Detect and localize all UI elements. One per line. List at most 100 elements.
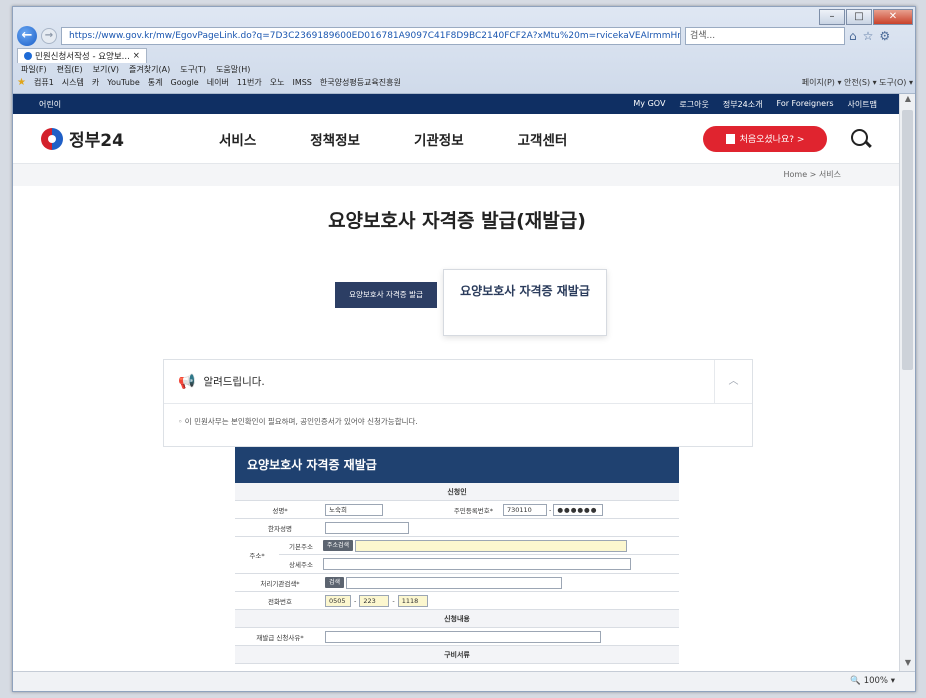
tab-favicon-icon bbox=[24, 51, 32, 60]
scroll-down-icon[interactable]: ▼ bbox=[900, 658, 915, 672]
tab-title: 민원신청서작성 - 요양보... bbox=[35, 51, 130, 62]
nav-agency[interactable]: 기관정보 bbox=[414, 129, 464, 149]
browser-search-input[interactable]: 검색... bbox=[685, 27, 845, 45]
favorite-link[interactable]: 네이버 bbox=[207, 77, 229, 88]
back-button[interactable]: ← bbox=[17, 26, 37, 46]
rrn-label: 주민등록번호* bbox=[453, 506, 493, 515]
tab-strip: 민원신청서작성 - 요양보... × bbox=[17, 47, 147, 63]
section-applicant: 신청인 bbox=[235, 483, 679, 501]
favorites-star-icon[interactable]: ★ bbox=[17, 77, 26, 88]
command-toolbar[interactable]: 페이지(P) ▾ 안전(S) ▾ 도구(O) ▾ bbox=[802, 77, 913, 88]
base-address-row: 기본주소 주소검색 bbox=[279, 537, 679, 555]
browser-tab[interactable]: 민원신청서작성 - 요양보... × bbox=[17, 47, 147, 63]
util-link-logout[interactable]: 로그아웃 bbox=[679, 99, 708, 110]
favorite-link[interactable]: YouTube bbox=[107, 78, 140, 87]
base-address-label: 기본주소 bbox=[289, 542, 313, 551]
notice-panel: 📢 알려드립니다. ︿ ◦ 이 민원사무는 본인확인이 필요하며, 공인인증서가… bbox=[163, 359, 753, 447]
search-icon[interactable] bbox=[849, 127, 873, 151]
favorite-link[interactable]: 11번가 bbox=[237, 77, 262, 88]
main-navigation: 서비스 정책정보 기관정보 고객센터 bbox=[219, 129, 567, 149]
scroll-thumb[interactable] bbox=[902, 110, 913, 370]
scroll-up-icon[interactable]: ▲ bbox=[900, 94, 915, 108]
favorite-link[interactable]: 통계 bbox=[148, 77, 163, 88]
browser-window: – □ ✕ ← → https://www.gov.kr/mw/EgovPage… bbox=[12, 6, 916, 692]
hanja-field[interactable] bbox=[325, 521, 409, 534]
nav-policy[interactable]: 정책정보 bbox=[310, 129, 360, 149]
application-form: 요양보호사 자격증 재발급 신청인 성명* 노숙희 주민등록번호* 730110… bbox=[235, 447, 679, 664]
status-bar: 🔍 100% ▾ bbox=[13, 671, 915, 691]
favorite-link[interactable]: 오노 bbox=[270, 77, 285, 88]
agency-label: 처리기관검색* bbox=[260, 579, 300, 588]
service-tabs: 요양보호사 자격증 발급 요양보호사 자격증 재발급 bbox=[335, 269, 607, 336]
minimize-button[interactable]: – bbox=[819, 9, 845, 25]
phone-row: 전화번호 0505 - 223 - 1118 bbox=[235, 592, 679, 610]
zoom-level[interactable]: 100% bbox=[864, 676, 888, 686]
util-link-foreigners[interactable]: For Foreigners bbox=[777, 99, 834, 110]
agency-search-button[interactable]: 검색 bbox=[325, 577, 345, 588]
agency-field[interactable] bbox=[346, 576, 563, 589]
first-visit-label: 처음오셨나요? > bbox=[739, 135, 805, 145]
favorite-link[interactable]: 카 bbox=[92, 77, 99, 88]
nav-customer[interactable]: 고객센터 bbox=[518, 129, 568, 149]
menu-tools[interactable]: 도구(T) bbox=[180, 64, 206, 75]
phone-dash: - bbox=[392, 596, 395, 605]
site-logo[interactable]: 정부24 bbox=[41, 126, 181, 151]
zoom-icon[interactable]: 🔍 bbox=[850, 676, 861, 686]
search-address-button[interactable]: 주소검색 bbox=[323, 540, 354, 551]
reissue-reason-label: 재발급 신청사유* bbox=[256, 633, 304, 642]
name-label: 성명* bbox=[272, 506, 288, 515]
detail-address-field[interactable] bbox=[323, 558, 631, 570]
phone-label: 전화번호 bbox=[268, 597, 292, 606]
phone-field-2[interactable]: 223 bbox=[359, 594, 390, 607]
window-controls: – □ ✕ bbox=[819, 9, 913, 25]
utility-bar: 어린이 My GOV 로그아웃 정부24소개 For Foreigners 사이… bbox=[13, 94, 901, 114]
maximize-button[interactable]: □ bbox=[846, 9, 872, 25]
favorite-link[interactable]: 시스템 bbox=[62, 77, 84, 88]
home-favorites-settings-icons[interactable]: ⌂☆⚙ bbox=[849, 29, 896, 43]
tab-reissue[interactable]: 요양보호사 자격증 재발급 bbox=[443, 269, 607, 336]
reissue-reason-field[interactable] bbox=[325, 630, 601, 643]
forward-button[interactable]: → bbox=[41, 28, 57, 44]
favorite-link[interactable]: 한국양성평등교육진흥원 bbox=[320, 77, 401, 88]
favorites-bar: ★ 컴퓨1 시스템 카 YouTube 통계 Google 네이버 11번가 오… bbox=[17, 77, 913, 88]
base-address-field[interactable] bbox=[355, 539, 628, 552]
name-row: 성명* 노숙희 주민등록번호* 730110 - ●●●●●● bbox=[235, 501, 679, 519]
favorite-link[interactable]: 컴퓨1 bbox=[34, 77, 54, 88]
nav-service[interactable]: 서비스 bbox=[219, 129, 256, 149]
name-field[interactable]: 노숙희 bbox=[325, 503, 383, 516]
megaphone-icon: 📢 bbox=[178, 373, 196, 390]
rrn-front-field[interactable]: 730110 bbox=[503, 503, 547, 516]
address-block: 주소* 기본주소 주소검색 상세주소 bbox=[235, 537, 679, 574]
page-title: 요양보호사 자격증 발급(재발급) bbox=[328, 210, 586, 232]
util-kids-link[interactable]: 어린이 bbox=[39, 99, 61, 110]
first-visit-button[interactable]: 처음오셨나요? > bbox=[703, 125, 827, 152]
bookmark-icon bbox=[725, 133, 735, 144]
menu-file[interactable]: 파일(F) bbox=[21, 64, 47, 75]
menu-view[interactable]: 보기(V) bbox=[93, 64, 119, 75]
hanja-row: 한자성명 bbox=[235, 519, 679, 537]
section-request: 신청내용 bbox=[235, 610, 679, 628]
menu-favorites[interactable]: 즐겨찾기(A) bbox=[129, 64, 170, 75]
browser-chrome: – □ ✕ ← → https://www.gov.kr/mw/EgovPage… bbox=[13, 7, 915, 94]
address-bar[interactable]: https://www.gov.kr/mw/EgovPageLink.do?q=… bbox=[61, 27, 681, 45]
util-link-sitemap[interactable]: 사이트맵 bbox=[848, 99, 877, 110]
menu-help[interactable]: 도움말(H) bbox=[216, 64, 250, 75]
phone-dash: - bbox=[354, 596, 357, 605]
util-link-mygov[interactable]: My GOV bbox=[633, 99, 665, 110]
notice-text: ◦ 이 민원사무는 본인확인이 필요하며, 공인인증서가 있어야 신청가능합니다… bbox=[178, 417, 418, 426]
chevron-up-icon[interactable]: ︿ bbox=[714, 359, 752, 404]
tab-issue[interactable]: 요양보호사 자격증 발급 bbox=[335, 282, 437, 308]
phone-field-3[interactable]: 1118 bbox=[397, 594, 428, 607]
notice-title: 알려드립니다. bbox=[203, 376, 265, 388]
favorite-link[interactable]: IMSS bbox=[292, 78, 311, 87]
detail-address-label: 상세주소 bbox=[289, 561, 313, 569]
favorite-link[interactable]: Google bbox=[171, 78, 199, 87]
zoom-dropdown-icon[interactable]: ▾ bbox=[891, 676, 895, 686]
tab-close-icon[interactable]: × bbox=[133, 51, 140, 61]
menu-edit[interactable]: 편집(E) bbox=[57, 64, 83, 75]
rrn-back-field[interactable]: ●●●●●● bbox=[553, 503, 604, 516]
util-link-about[interactable]: 정부24소개 bbox=[723, 99, 763, 110]
phone-field-1[interactable]: 0505 bbox=[325, 594, 351, 607]
page-scrollbar[interactable]: ▲ ▼ bbox=[899, 94, 915, 672]
close-button[interactable]: ✕ bbox=[873, 9, 913, 25]
